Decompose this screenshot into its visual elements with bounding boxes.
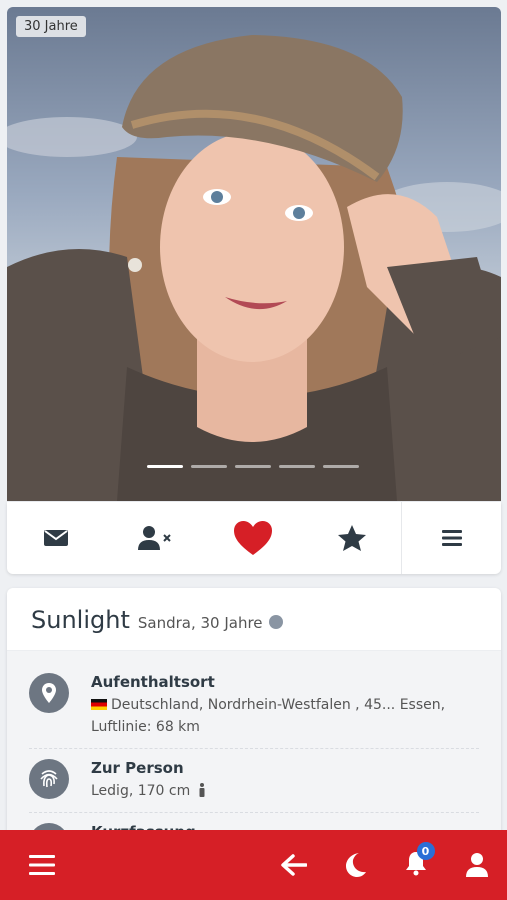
envelope-icon <box>44 530 69 546</box>
realname-age: Sandra, 30 Jahre <box>137 614 263 632</box>
moon-icon <box>345 853 366 877</box>
location-pin-icon <box>29 673 69 713</box>
bottom-navigation: 0 <box>0 830 507 900</box>
location-value: Deutschland, Nordrhein-Westfalen , 45...… <box>111 697 446 713</box>
location-title: Aufenthaltsort <box>91 673 215 691</box>
user-icon <box>465 853 488 877</box>
fingerprint-icon <box>29 759 69 799</box>
slide-dot[interactable] <box>147 465 183 468</box>
germany-flag-icon <box>91 699 107 710</box>
slide-dot[interactable] <box>279 465 315 468</box>
slide-indicator <box>147 465 359 468</box>
profile-info-list: Aufenthaltsort Deutschland, Nordrhein-We… <box>7 651 501 848</box>
heart-icon <box>234 521 273 555</box>
back-button[interactable] <box>263 830 324 900</box>
main-menu-button[interactable] <box>0 830 84 900</box>
profile-photo[interactable]: 30 Jahre <box>7 7 501 501</box>
username: Sunlight <box>31 606 130 634</box>
user-x-icon <box>137 526 171 550</box>
person-icon <box>199 783 205 797</box>
more-menu-button[interactable] <box>401 502 501 574</box>
action-bar <box>7 502 501 574</box>
profile-card: Sunlight Sandra, 30 Jahre Aufenthaltsort… <box>7 588 501 848</box>
person-value: Ledig, 170 cm <box>91 783 191 799</box>
profile-button[interactable] <box>446 830 507 900</box>
message-button[interactable] <box>7 502 106 574</box>
notification-count-badge: 0 <box>416 842 435 860</box>
hamburger-icon <box>29 855 55 875</box>
person-title: Zur Person <box>91 759 184 777</box>
info-row-location: Aufenthaltsort Deutschland, Nordrhein-We… <box>29 663 479 749</box>
menu-icon <box>441 530 462 546</box>
favorite-button[interactable] <box>303 502 402 574</box>
remove-contact-button[interactable] <box>106 502 205 574</box>
profile-photo-image <box>7 35 501 501</box>
star-icon <box>338 525 367 551</box>
like-button[interactable] <box>204 502 303 574</box>
slide-dot[interactable] <box>191 465 227 468</box>
age-badge: 30 Jahre <box>16 16 86 37</box>
arrow-left-icon <box>280 854 307 876</box>
slide-dot[interactable] <box>235 465 271 468</box>
profile-header: Sunlight Sandra, 30 Jahre <box>7 588 501 651</box>
online-status-indicator <box>268 615 283 629</box>
notifications-button[interactable]: 0 <box>385 830 446 900</box>
dark-mode-toggle[interactable] <box>324 830 385 900</box>
slide-dot[interactable] <box>323 465 359 468</box>
location-distance: Luftlinie: 68 km <box>91 719 200 735</box>
info-row-person: Zur Person Ledig, 170 cm <box>29 749 479 813</box>
